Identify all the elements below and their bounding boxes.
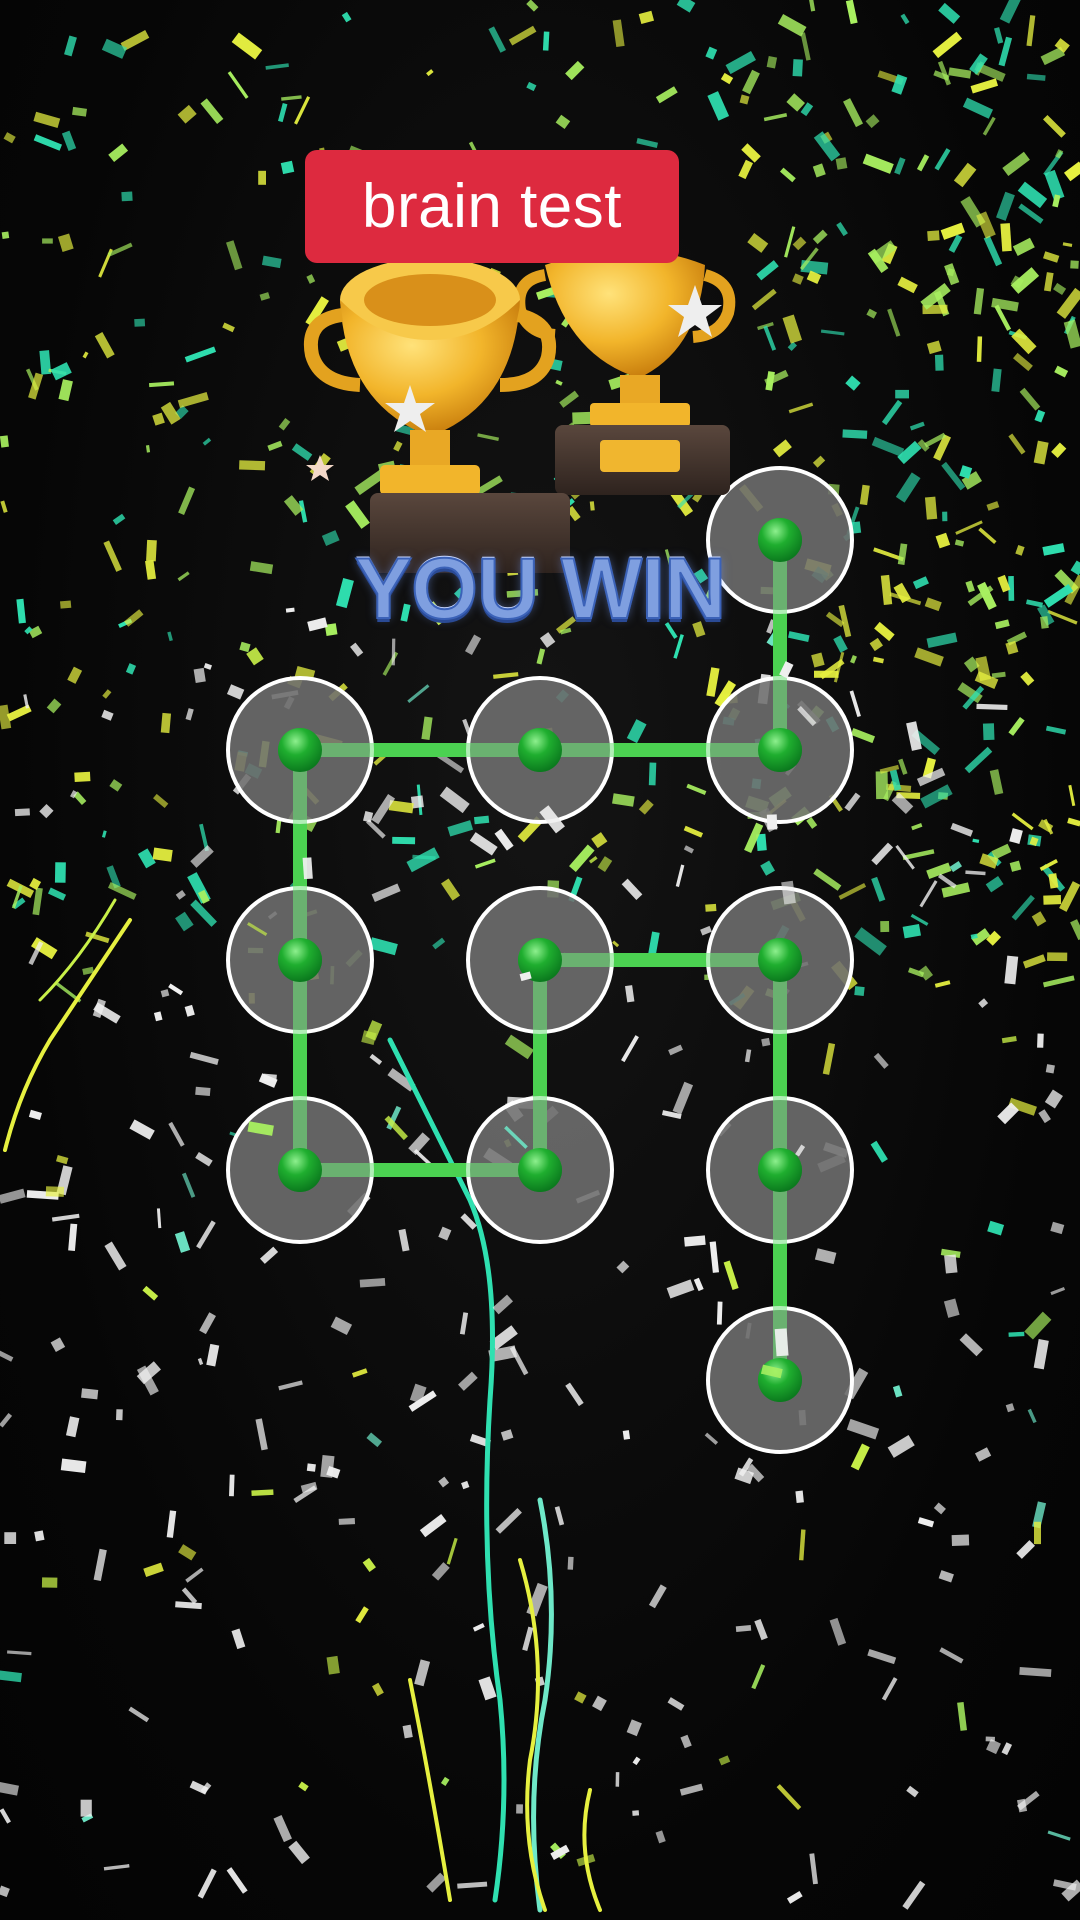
pattern-node-dot-top bbox=[758, 728, 802, 772]
pattern-node-dot-top bbox=[518, 938, 562, 982]
title-banner: brain test bbox=[305, 150, 679, 263]
pattern-node-dot-top bbox=[758, 1148, 802, 1192]
pattern-node-dot-top bbox=[278, 1148, 322, 1192]
trophies-icon bbox=[303, 250, 736, 573]
pattern-node-dot-top bbox=[518, 728, 562, 772]
game-screen: brain test YOU WIN bbox=[0, 0, 1080, 1920]
pattern-node-dot-top bbox=[278, 938, 322, 982]
trophy-right bbox=[513, 250, 736, 495]
pattern-node-dot-top bbox=[518, 1148, 562, 1192]
pattern-node-dot-top bbox=[758, 1358, 802, 1402]
trophy-left bbox=[303, 258, 570, 573]
pattern-node-dot-top bbox=[758, 938, 802, 982]
pattern-node-dot-top bbox=[278, 728, 322, 772]
game-title: brain test bbox=[361, 171, 623, 241]
